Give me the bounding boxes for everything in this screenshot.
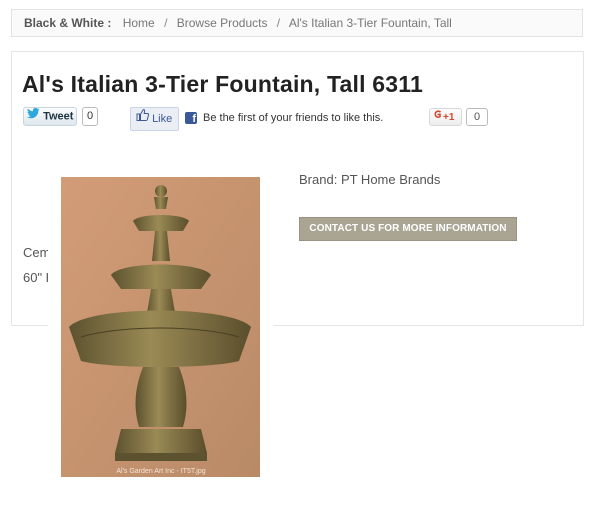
breadcrumb-title: Black & White : xyxy=(24,16,112,30)
breadcrumb-separator: / xyxy=(276,16,281,30)
image-watermark: Al's Garden Art Inc - IT5T.jpg xyxy=(116,468,205,475)
like-label: Like xyxy=(152,113,173,125)
brand-info: Brand: PT Home Brands xyxy=(299,172,440,187)
breadcrumb-separator: / xyxy=(164,16,168,30)
tweet-count: 0 xyxy=(82,107,98,126)
google-plus-count: 0 xyxy=(466,108,488,126)
contact-us-button[interactable]: CONTACT US FOR MORE INFORMATION xyxy=(299,217,517,241)
facebook-icon-glyph: f xyxy=(192,113,196,125)
facebook-like-button[interactable]: Like xyxy=(130,107,179,131)
breadcrumb-browse-products[interactable]: Browse Products xyxy=(177,16,268,30)
facebook-like-message: Be the first of your friends to like thi… xyxy=(203,112,384,124)
brand-label: Brand: xyxy=(299,172,338,187)
product-title: Al's Italian 3-Tier Fountain, Tall 6311 xyxy=(22,71,423,97)
breadcrumb-home[interactable]: Home xyxy=(123,16,155,30)
thumbs-up-icon xyxy=(136,107,150,129)
twitter-bird-icon xyxy=(27,107,40,125)
facebook-icon: f xyxy=(185,112,197,125)
product-description-line: Cem xyxy=(23,245,51,260)
breadcrumb-current-product: Al's Italian 3-Tier Fountain, Tall xyxy=(288,16,452,30)
brand-value[interactable]: PT Home Brands xyxy=(341,172,440,187)
breadcrumb: Black & White : Home / Browse Products /… xyxy=(11,9,583,37)
google-plus-icon xyxy=(433,109,443,126)
tweet-label: Tweet xyxy=(43,110,74,123)
google-plus-button[interactable]: +1 xyxy=(429,108,462,126)
tweet-button[interactable]: Tweet xyxy=(23,107,77,126)
product-image[interactable]: Al's Garden Art Inc - IT5T.jpg xyxy=(61,177,260,477)
google-plus-label: +1 xyxy=(443,112,455,123)
